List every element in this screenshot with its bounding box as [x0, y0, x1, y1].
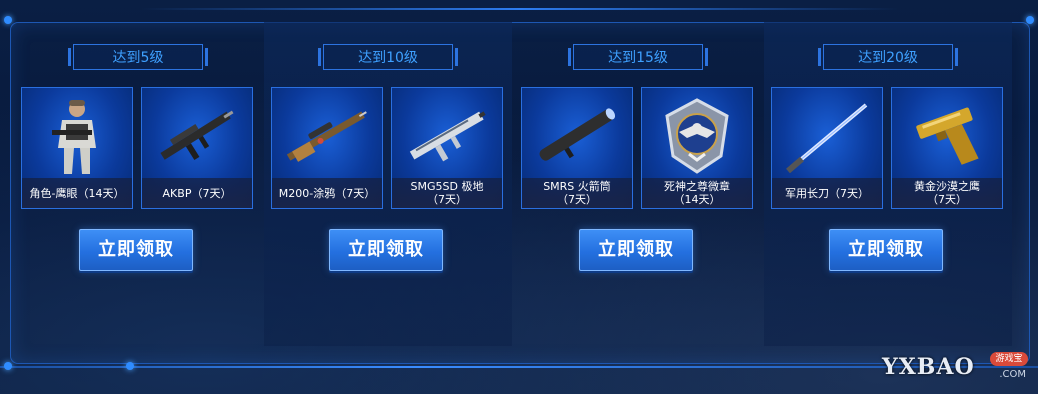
reward-item-card[interactable]: 死神之尊微章 （14天）	[641, 87, 753, 209]
rocket-launcher-icon	[528, 94, 626, 178]
item-name: M200-涂鸦（7天）	[272, 178, 382, 208]
eagle-badge-icon	[648, 94, 746, 178]
reward-item-card[interactable]: SMRS 火箭筒 （7天）	[521, 87, 633, 209]
smg-icon	[398, 94, 496, 178]
claim-button[interactable]: 立即领取	[579, 229, 693, 271]
long-blade-icon	[778, 94, 876, 178]
reward-item-card[interactable]: M200-涂鸦（7天）	[271, 87, 383, 209]
level-requirement-label: 达到10级	[318, 44, 458, 70]
golden-pistol-icon	[898, 94, 996, 178]
level-requirement-label: 达到15级	[568, 44, 708, 70]
frame-glow-line	[140, 8, 900, 10]
corner-dot	[126, 362, 134, 370]
reward-item-card[interactable]: SMG5SD 极地 （7天）	[391, 87, 503, 209]
watermark-badge: 游戏宝	[990, 352, 1028, 366]
reward-item-card[interactable]: 角色-鹰眼（14天）	[21, 87, 133, 209]
rifle-icon	[148, 94, 246, 178]
reward-item-card[interactable]: 军用长刀（7天）	[771, 87, 883, 209]
claim-button[interactable]: 立即领取	[329, 229, 443, 271]
item-name: 黄金沙漠之鹰 （7天）	[892, 178, 1002, 208]
reward-item-card[interactable]: AKBP（7天）	[141, 87, 253, 209]
claim-button[interactable]: 立即领取	[79, 229, 193, 271]
corner-dot	[4, 16, 12, 24]
item-name: SMRS 火箭筒 （7天）	[522, 178, 632, 208]
item-name: 死神之尊微章 （14天）	[642, 178, 752, 208]
soldier-character-icon	[28, 94, 126, 178]
sniper-rifle-icon	[278, 94, 376, 178]
item-name: SMG5SD 极地 （7天）	[392, 178, 502, 208]
item-name: AKBP（7天）	[142, 178, 252, 208]
item-name: 军用长刀（7天）	[772, 178, 882, 208]
corner-dot	[4, 362, 12, 370]
site-watermark: YXBAO 游戏宝 .COM	[882, 350, 1032, 386]
watermark-domain: .COM	[999, 369, 1026, 380]
corner-dot	[1026, 16, 1034, 24]
level-requirement-label: 达到20级	[818, 44, 958, 70]
watermark-logo: YXBAO	[882, 354, 975, 380]
item-name: 角色-鹰眼（14天）	[22, 178, 132, 208]
claim-button[interactable]: 立即领取	[829, 229, 943, 271]
level-requirement-label: 达到5级	[68, 44, 208, 70]
reward-item-card[interactable]: 黄金沙漠之鹰 （7天）	[891, 87, 1003, 209]
